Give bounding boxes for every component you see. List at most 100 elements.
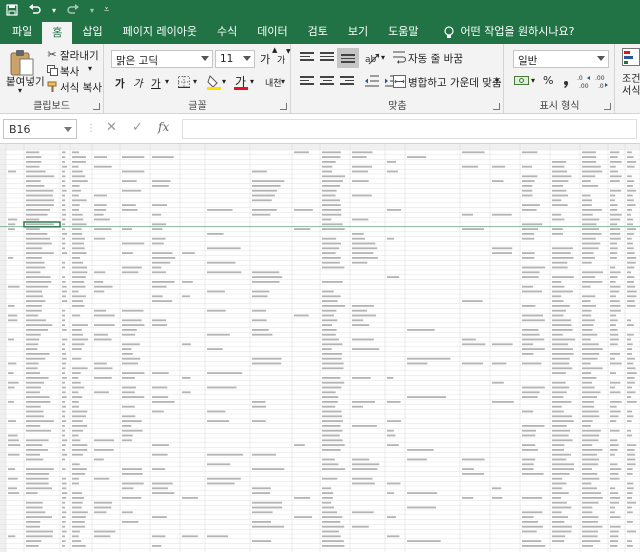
- fill-color-icon[interactable]: [207, 74, 221, 90]
- cell-text: [552, 357, 570, 360]
- fill-color-dropdown-icon[interactable]: ▾: [222, 77, 226, 86]
- tab-file[interactable]: 파일: [2, 20, 42, 44]
- cell-text: [26, 473, 49, 475]
- decrease-indent-icon[interactable]: [364, 74, 380, 88]
- number-format-combo[interactable]: 일반: [513, 50, 609, 68]
- underline-dropdown-icon[interactable]: ▾: [165, 77, 169, 86]
- middle-align-icon[interactable]: [320, 52, 334, 64]
- tell-me-box[interactable]: 어떤 작업을 원하시나요?: [434, 20, 584, 44]
- cancel-icon[interactable]: ✕: [106, 120, 117, 135]
- tab-insert[interactable]: 삽입: [72, 20, 112, 44]
- customize-qat-icon[interactable]: ⩡: [104, 0, 109, 20]
- merge-center-button[interactable]: 병합하고 가운데 맞춤: [408, 75, 502, 90]
- cell-text: [72, 281, 85, 283]
- paste-dropdown-icon[interactable]: ▾: [18, 86, 22, 95]
- number-launcher-icon[interactable]: [604, 103, 611, 110]
- cell-text: [26, 228, 40, 230]
- decrease-decimal-icon[interactable]: .00.0: [595, 73, 609, 89]
- underline-button[interactable]: 가: [151, 76, 161, 91]
- copy-button[interactable]: 복사: [60, 64, 79, 79]
- format-painter-button[interactable]: 서식 복사: [60, 80, 102, 95]
- border-dropdown-icon[interactable]: ▾: [193, 77, 197, 86]
- wrap-text-button[interactable]: 자동 줄 바꿈: [408, 51, 463, 66]
- font-color-swatch: [234, 87, 248, 90]
- font-launcher-icon[interactable]: [280, 103, 287, 110]
- redo-icon[interactable]: [66, 0, 80, 20]
- cell-text: [182, 497, 198, 499]
- align-center-icon[interactable]: [320, 76, 334, 88]
- tab-home[interactable]: 홈: [42, 22, 73, 44]
- insert-function-button[interactable]: fx: [158, 120, 169, 134]
- cell-text: [627, 497, 632, 499]
- font-size-combo[interactable]: 11: [215, 50, 255, 68]
- cell-text: [322, 401, 338, 403]
- font-name-combo[interactable]: 맑은 고딕: [111, 50, 213, 68]
- scissors-icon[interactable]: ✂: [46, 48, 58, 61]
- tab-help[interactable]: 도움말: [378, 20, 428, 44]
- redo-dropdown-icon[interactable]: ▾: [90, 0, 94, 20]
- merge-center-icon[interactable]: [392, 73, 406, 89]
- worksheet-grid[interactable]: [0, 144, 640, 552]
- tab-formulas[interactable]: 수식: [207, 20, 247, 44]
- grow-font-button[interactable]: 가: [260, 51, 270, 67]
- align-left-icon[interactable]: [300, 76, 314, 88]
- increase-decimal-icon[interactable]: .0.00: [577, 73, 591, 89]
- tab-data[interactable]: 데이터: [247, 20, 297, 44]
- accounting-dropdown-icon[interactable]: ▾: [531, 76, 535, 85]
- bold-button[interactable]: 가: [115, 76, 125, 91]
- clipboard-launcher-icon[interactable]: [93, 103, 100, 110]
- cell-text: [72, 377, 79, 379]
- cell-text: [522, 396, 538, 398]
- cell-text: [72, 367, 88, 370]
- align-right-icon[interactable]: [340, 76, 354, 88]
- conditional-formatting-label-2[interactable]: 서식: [622, 82, 640, 97]
- cell-text: [152, 372, 169, 374]
- cell-text: [26, 381, 44, 384]
- copy-icon[interactable]: [46, 64, 58, 76]
- percent-button[interactable]: %: [543, 74, 553, 87]
- cell-text: [122, 386, 137, 389]
- name-box-dropdown-icon[interactable]: [64, 127, 72, 132]
- cut-button[interactable]: 잘라내기: [60, 48, 99, 63]
- save-icon[interactable]: [6, 0, 18, 20]
- orientation-icon[interactable]: ab: [364, 50, 380, 66]
- cell-text: [182, 535, 198, 538]
- italic-button[interactable]: 가: [133, 76, 143, 91]
- number-format-dropdown-icon[interactable]: [597, 56, 605, 61]
- cell-text: [62, 247, 65, 250]
- name-box[interactable]: B16: [3, 119, 77, 139]
- tab-view[interactable]: 보기: [338, 20, 378, 44]
- accounting-format-icon[interactable]: [513, 73, 529, 87]
- paste-button[interactable]: 붙여넣기: [6, 74, 45, 89]
- phonetic-dropdown-icon[interactable]: ▾: [281, 77, 285, 86]
- undo-icon[interactable]: [28, 0, 42, 20]
- enter-icon[interactable]: ✓: [132, 120, 143, 135]
- undo-dropdown-icon[interactable]: ▾: [52, 0, 56, 20]
- font-color-dropdown-icon[interactable]: ▾: [250, 77, 254, 86]
- cell-text: [522, 165, 533, 168]
- top-align-icon[interactable]: [300, 52, 314, 64]
- formula-input[interactable]: [182, 119, 637, 139]
- font-size-dropdown-icon[interactable]: [243, 56, 251, 61]
- tab-page-layout[interactable]: 페이지 레이아웃: [113, 20, 207, 44]
- font-name-dropdown-icon[interactable]: [201, 56, 209, 61]
- comma-style-icon[interactable]: [559, 74, 573, 88]
- bottom-align-icon[interactable]: [337, 48, 359, 68]
- tab-review[interactable]: 검토: [298, 20, 338, 44]
- orientation-dropdown-icon[interactable]: ▾: [381, 53, 385, 62]
- cell-text: [352, 458, 370, 461]
- wrap-text-icon[interactable]: [392, 49, 406, 65]
- cell-text: [552, 218, 565, 221]
- merge-dropdown-icon[interactable]: ▾: [495, 76, 499, 85]
- shrink-font-button[interactable]: 가: [277, 53, 285, 66]
- alignment-launcher-icon[interactable]: [493, 103, 500, 110]
- phonetic-guide-button[interactable]: 내천: [265, 76, 282, 89]
- cell-text: [582, 429, 601, 432]
- cell-text: [627, 391, 636, 394]
- border-icon[interactable]: [177, 75, 191, 89]
- cell-text: [72, 501, 83, 504]
- format-painter-icon[interactable]: [46, 80, 58, 92]
- conditional-formatting-icon[interactable]: [621, 47, 640, 67]
- copy-dropdown-icon[interactable]: ▾: [88, 64, 92, 73]
- worksheet-canvas[interactable]: [0, 144, 640, 552]
